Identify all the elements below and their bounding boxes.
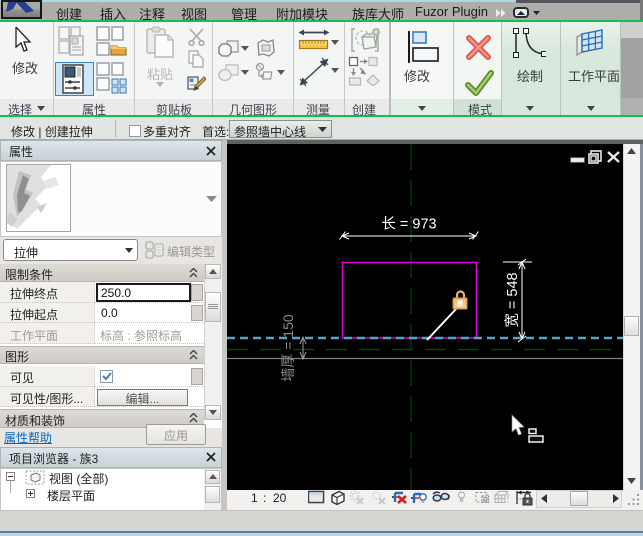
svg-text:长 = 973: 长 = 973 — [381, 216, 436, 233]
svg-text:墙厚 = 150: 墙厚 = 150 — [280, 314, 296, 382]
svg-text:宽 = 548: 宽 = 548 — [504, 272, 521, 327]
